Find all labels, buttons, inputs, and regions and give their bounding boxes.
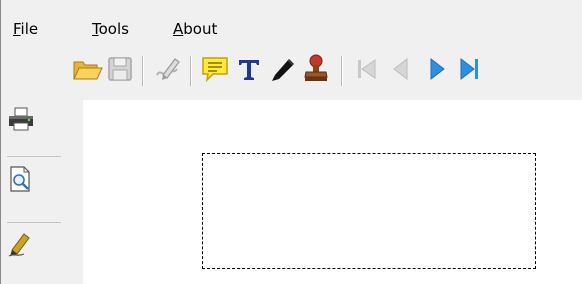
previous-page-icon: [393, 57, 408, 81]
save-button[interactable]: [104, 53, 136, 85]
next-page-button[interactable]: [421, 53, 453, 85]
pen-icon: [272, 59, 294, 81]
pen-button[interactable]: [267, 53, 299, 85]
menu-about[interactable]: About: [173, 20, 217, 38]
text-button[interactable]: [233, 53, 265, 85]
stamp-button[interactable]: [300, 53, 332, 85]
open-button[interactable]: [71, 53, 103, 85]
print-button[interactable]: [6, 104, 36, 134]
previous-page-button[interactable]: [385, 53, 417, 85]
left-sidebar: [1, 100, 83, 284]
save-icon: [108, 57, 132, 81]
signature-pen-icon: [156, 58, 180, 80]
sign-icon: [8, 233, 30, 257]
stamp-icon: [304, 54, 328, 81]
sidebar-separator: [7, 222, 61, 223]
sign-button[interactable]: [6, 228, 36, 258]
toolbar-separator: [190, 56, 192, 86]
last-page-button[interactable]: [453, 53, 485, 85]
menu-tools-label: ools: [98, 20, 129, 38]
print-preview-icon: [10, 166, 30, 192]
application-window: File Tools About: [0, 0, 582, 284]
menu-file-label: ile: [20, 20, 39, 38]
last-page-icon: [460, 57, 478, 81]
menu-tools-mnemonic: T: [92, 20, 99, 38]
next-page-icon: [430, 57, 445, 81]
first-page-icon: [358, 59, 376, 79]
print-preview-button[interactable]: [6, 164, 36, 194]
menu-file[interactable]: File: [13, 20, 38, 38]
text-icon: [239, 60, 259, 80]
toolbar-separator: [142, 56, 144, 86]
menu-about-label: bout: [183, 20, 218, 38]
sidebar-separator: [7, 156, 61, 157]
signature-button[interactable]: [151, 53, 183, 85]
comment-button[interactable]: [199, 53, 231, 85]
first-page-button[interactable]: [351, 53, 383, 85]
menu-file-mnemonic: F: [13, 20, 21, 38]
selection-rectangle[interactable]: [202, 153, 536, 269]
comment-icon: [202, 57, 228, 83]
toolbar: [1, 44, 582, 100]
document-canvas[interactable]: [83, 100, 582, 284]
menu-about-mnemonic: A: [173, 20, 184, 38]
toolbar-separator: [341, 56, 343, 86]
open-folder-icon: [73, 61, 103, 80]
printer-icon: [9, 107, 33, 131]
menu-bar: File Tools About: [1, 0, 582, 44]
menu-tools[interactable]: Tools: [92, 20, 129, 38]
